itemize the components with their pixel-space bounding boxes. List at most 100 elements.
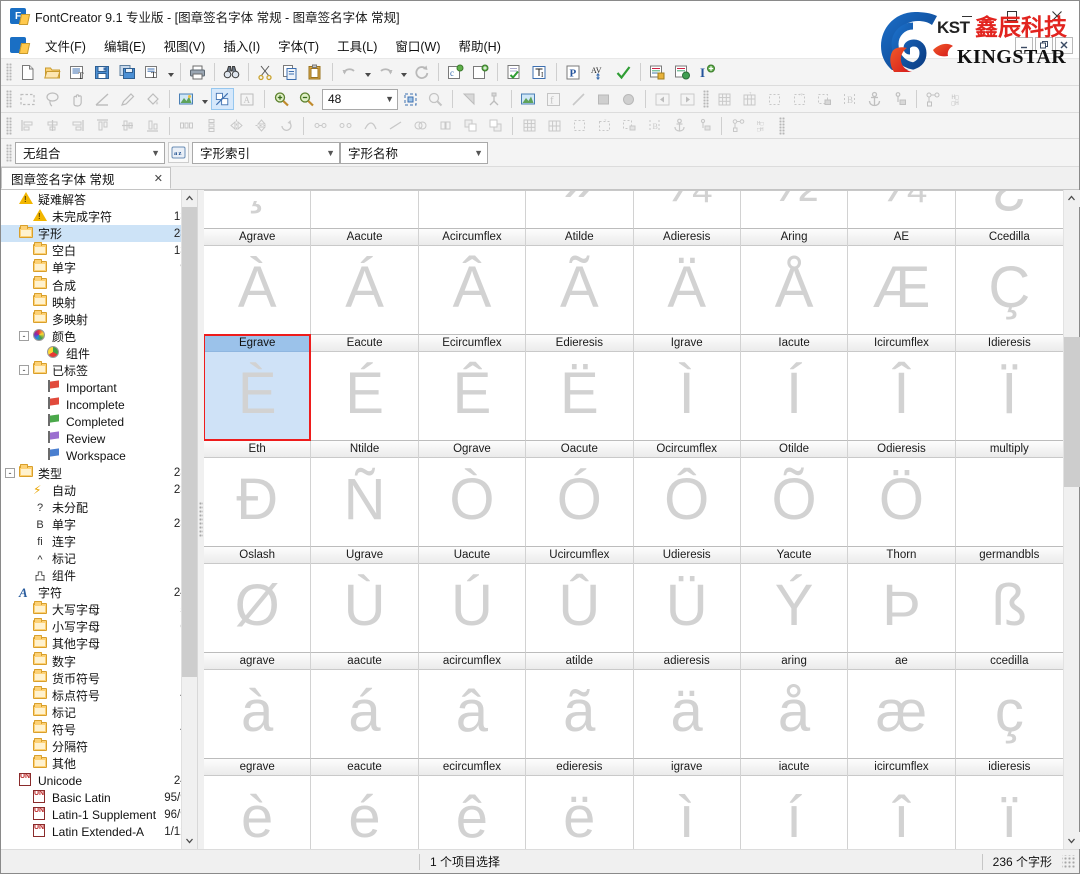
glyph-cell-adieresis[interactable]: adieresisä (634, 653, 741, 759)
combobar-grip[interactable] (6, 144, 12, 162)
print-icon[interactable] (186, 61, 209, 83)
copy-icon[interactable] (279, 61, 302, 83)
glyph-cell-Otilde[interactable]: OtildeÕ (741, 441, 848, 547)
glyph-cell-Ucircumflex[interactable]: UcircumflexÛ (526, 547, 633, 653)
menu-tools[interactable]: 工具(L) (328, 32, 386, 59)
glyph-cell-Ugrave[interactable]: UgraveÙ (311, 547, 418, 653)
tree-item-incomplete[interactable]: Incomplete0 (1, 396, 197, 413)
glyph-cell-Aacute[interactable]: AacuteÁ (311, 229, 418, 335)
tree-item--[interactable]: 凸组件0 (1, 567, 197, 584)
tree-item--[interactable]: 多映射9 (1, 311, 197, 328)
glyph-cell-eacute[interactable]: eacuteé (311, 759, 418, 849)
tree-item--[interactable]: 字形236 (1, 225, 197, 242)
menu-edit[interactable]: 编辑(E) (95, 32, 155, 59)
tree-expander[interactable]: - (5, 468, 15, 478)
mdi-minimize-button[interactable] (1015, 37, 1033, 54)
glyph-cell-cedilla[interactable]: cedilla¸ (204, 190, 311, 229)
tree-item--[interactable]: 标点符号45 (1, 687, 197, 704)
glyph-cell-Oacute[interactable]: OacuteÓ (526, 441, 633, 547)
tree-item-basic-latin[interactable]: UNBasic Latin95/95 (1, 789, 197, 806)
grid-scrollbar[interactable] (1063, 190, 1079, 849)
glyph-cell-Adieresis[interactable]: AdieresisÄ (634, 229, 741, 335)
tree-item--[interactable]: -颜色0 (1, 328, 197, 345)
kerning-av-icon[interactable]: AV (587, 61, 610, 83)
glyph-cell-Ograve[interactable]: OgraveÒ (419, 441, 526, 547)
menu-insert[interactable]: 插入(I) (214, 32, 269, 59)
resize-grip-icon[interactable] (1062, 855, 1076, 869)
glyph-cell-iacute[interactable]: iacuteí (741, 759, 848, 849)
tree-item--[interactable]: ?未分配0 (1, 499, 197, 516)
tree-scroll-track[interactable] (182, 207, 198, 832)
glyph-cell-threequarters[interactable]: threequarters¾ (848, 190, 955, 229)
glyph-cell-Iacute[interactable]: IacuteÍ (741, 335, 848, 441)
sort-az-icon[interactable]: az (168, 142, 189, 163)
complete-composites-icon[interactable]: c (444, 61, 467, 83)
glyph-cell-Uacute[interactable]: UacuteÚ (419, 547, 526, 653)
tree-scrollbar[interactable] (181, 190, 197, 849)
glyph-cell-ecircumflex[interactable]: ecircumflexê (419, 759, 526, 849)
zoom-level-combo[interactable]: 48 ▼ (322, 89, 398, 110)
glyph-tree[interactable]: 疑难解答0未完成字符138字形236空白139单字97合成0映射1多映射9-颜色… (1, 190, 197, 841)
open-installed-font-icon[interactable]: T (66, 61, 89, 83)
insert-image-icon[interactable] (517, 88, 540, 110)
tree-item--[interactable]: 大写字母56 (1, 601, 197, 618)
glyph-cell-germandbls[interactable]: germandblsß (956, 547, 1063, 653)
tree-item-important[interactable]: Important0 (1, 379, 197, 396)
fit-selection-icon[interactable] (399, 88, 422, 110)
preview-p-icon[interactable]: P (562, 61, 585, 83)
glyph-cell-onehalf[interactable]: onehalf½ (741, 190, 848, 229)
grid-scroll-track[interactable] (1064, 207, 1080, 832)
glyph-cell-Icircumflex[interactable]: IcircumflexÎ (848, 335, 955, 441)
tree-expander[interactable]: - (19, 331, 29, 341)
tree-item--[interactable]: 符号42 (1, 721, 197, 738)
tree-scroll-thumb[interactable] (182, 207, 198, 677)
toolbar-grip[interactable] (703, 90, 709, 108)
glyph-cell-Acircumflex[interactable]: AcircumflexÂ (419, 229, 526, 335)
scroll-up-icon[interactable] (1064, 190, 1080, 207)
toolbar-grip[interactable] (6, 90, 12, 108)
tree-item--[interactable]: 空白139 (1, 242, 197, 259)
glyph-cell-questiondown[interactable]: questiondown¿ (956, 190, 1063, 229)
glyph-cell-onesuperior[interactable]: onesuperior¹ (311, 190, 418, 229)
open-folder-icon[interactable] (41, 61, 64, 83)
glyph-cell-Idieresis[interactable]: IdieresisÏ (956, 335, 1063, 441)
scroll-down-icon[interactable] (1064, 832, 1080, 849)
glyph-cell-Egrave[interactable]: EgraveÈ (204, 335, 311, 441)
zoom-out-icon[interactable] (295, 88, 318, 110)
glyph-cell-edieresis[interactable]: edieresisë (526, 759, 633, 849)
tree-item--[interactable]: ⚡自动236 (1, 482, 197, 499)
glyph-cell-Odieresis[interactable]: OdieresisÖ (848, 441, 955, 547)
tree-item--[interactable]: 未完成字符138 (1, 208, 197, 225)
tree-item--[interactable]: 组件0 (1, 345, 197, 362)
tree-item--[interactable]: 货币符号9 (1, 670, 197, 687)
tree-item-unicode[interactable]: UNUnicode240 (1, 772, 197, 789)
tree-item--[interactable]: 其他3 (1, 755, 197, 772)
glyph-cell-ccedilla[interactable]: ccedillaç (956, 653, 1063, 759)
glyph-cell-Aring[interactable]: AringÅ (741, 229, 848, 335)
menu-window[interactable]: 窗口(W) (386, 32, 449, 59)
save-all-icon[interactable]: T (141, 61, 164, 83)
save-as-icon[interactable] (116, 61, 139, 83)
glyph-cell-Edieresis[interactable]: EdieresisË (526, 335, 633, 441)
glyph-cell-Atilde[interactable]: AtildeÃ (526, 229, 633, 335)
validate-check-icon[interactable] (503, 61, 526, 83)
save-icon[interactable] (91, 61, 114, 83)
glyph-cell-Ntilde[interactable]: NtildeÑ (311, 441, 418, 547)
glyph-cell-Udieresis[interactable]: UdieresisÜ (634, 547, 741, 653)
tree-expander[interactable]: - (19, 365, 29, 375)
close-button[interactable] (1034, 1, 1079, 32)
tree-item--[interactable]: A字符240 (1, 584, 197, 601)
tree-item-review[interactable]: Review0 (1, 430, 197, 447)
new-document-icon[interactable] (16, 61, 39, 83)
glyph-cell-AE[interactable]: AEÆ (848, 229, 955, 335)
tree-item--[interactable]: -已标签0 (1, 362, 197, 379)
tree-item--[interactable]: 合成0 (1, 276, 197, 293)
close-icon[interactable]: ✕ (140, 172, 163, 185)
tree-item--[interactable]: 分隔符2 (1, 738, 197, 755)
glyph-grid[interactable]: cedilla¸onesuperior¹ordmasculineºguillem… (204, 190, 1063, 849)
zoom-in-icon[interactable] (270, 88, 293, 110)
toolbar-grip[interactable] (6, 63, 12, 81)
cut-scissors-icon[interactable] (254, 61, 277, 83)
grid-scroll-thumb[interactable] (1064, 337, 1080, 487)
glyph-index-combo[interactable]: 字形索引 ▼ (192, 142, 340, 164)
